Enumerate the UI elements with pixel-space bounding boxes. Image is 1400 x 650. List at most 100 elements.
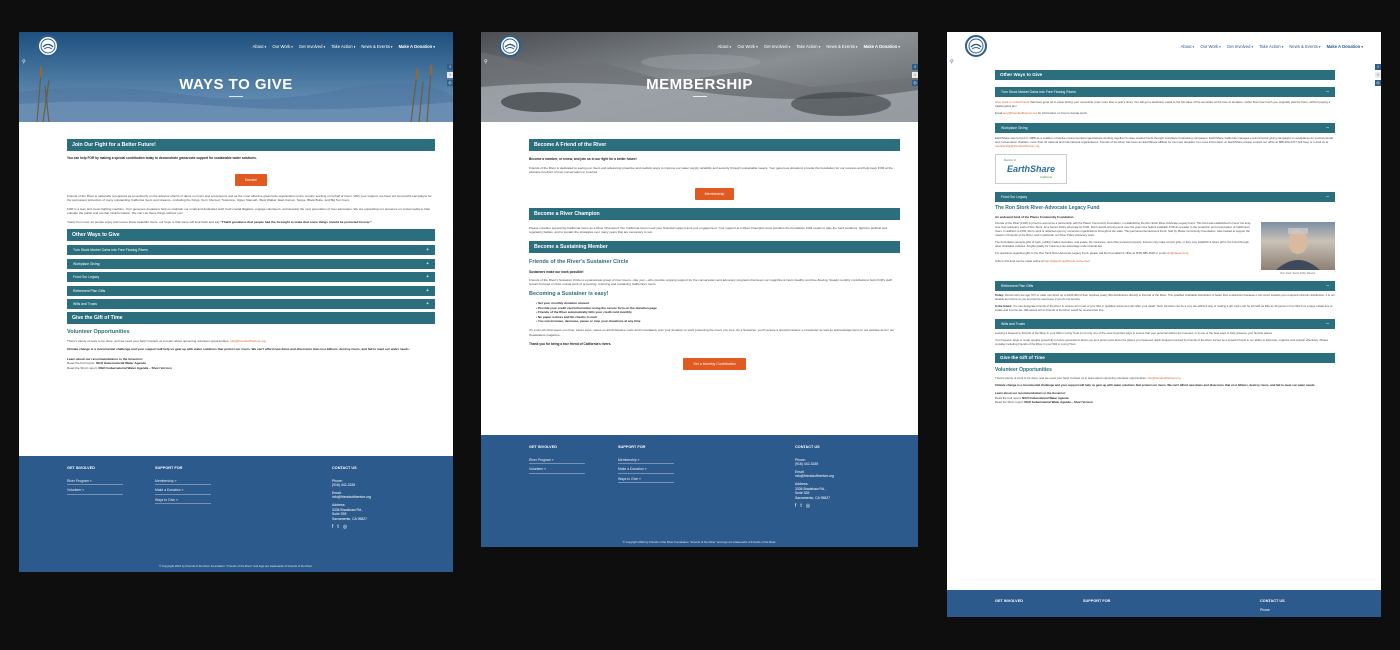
full-report-link[interactable]: NGO Gubernatorial Water Agenda (96, 361, 146, 365)
footer-link-donation[interactable]: Make a Donation » (618, 467, 674, 474)
monthly-contribution-button[interactable]: Set a Monthly Contribution (683, 358, 746, 371)
volunteer-text: There's plenty of work to be done, and w… (995, 375, 1181, 380)
site-logo[interactable] (37, 35, 59, 57)
main-content: Other Ways to Give Turn Stock Market Gai… (995, 70, 1335, 404)
nav-get-involved[interactable]: Get Involved▾ (299, 44, 325, 49)
instagram-icon[interactable]: ◎ (343, 525, 347, 530)
nav-get-involved[interactable]: Get Involved▾ (764, 44, 790, 49)
instagram-icon[interactable]: ◎ (1375, 80, 1381, 86)
accordion-workplace[interactable]: Workplace Giving – (995, 123, 1335, 134)
nav-our-work[interactable]: Our Work▾ (272, 44, 293, 49)
footer-link-membership[interactable]: Membership » (155, 479, 211, 486)
accordion-legacy[interactable]: Fund Our Legacy + (67, 272, 435, 283)
instagram-icon[interactable]: ◎ (806, 504, 810, 509)
nav-about[interactable]: About▾ (718, 44, 732, 49)
nav-take-action[interactable]: Take Action▾ (331, 44, 355, 49)
twitter-icon[interactable]: t (800, 504, 801, 509)
accordion-retirement[interactable]: Retirement Plan Gifts + (67, 285, 435, 296)
legacy-url-link[interactable]: http://placercf.org/friends-of-the-river… (1044, 259, 1090, 263)
nav-about[interactable]: About▾ (1181, 44, 1195, 49)
twitter-icon[interactable]: t (1375, 72, 1381, 78)
twitter-icon[interactable]: t (447, 72, 453, 78)
nav-make-donation[interactable]: Make A Donation▾ (399, 44, 435, 49)
nav-take-action[interactable]: Take Action▾ (1259, 44, 1283, 49)
ways-to-give-page: About▾ Our Work▾ Get Involved▾ Take Acti… (19, 32, 453, 572)
accordion-wills[interactable]: Wills and Trusts – (995, 319, 1335, 330)
nav-news-events[interactable]: News & Events▾ (1289, 44, 1320, 49)
nav-take-action[interactable]: Take Action▾ (796, 44, 820, 49)
nav-about[interactable]: About▾ (253, 44, 267, 49)
footer-link-volunteer[interactable]: Volunteer » (529, 467, 585, 474)
footer-link-volunteer[interactable]: Volunteer » (67, 488, 123, 495)
site-header: About▾ Our Work▾ Get Involved▾ Take Acti… (947, 32, 1381, 60)
facebook-icon[interactable]: f (795, 504, 796, 509)
footer-link-donation[interactable]: Make a Donation » (155, 488, 211, 495)
nav-get-involved[interactable]: Get Involved▾ (1227, 44, 1253, 49)
short-report-link[interactable]: NGO Gubernatorial Water Agenda – Short V… (99, 366, 172, 370)
workplace-text: EarthShare was formed in 1988 as a coali… (995, 136, 1333, 149)
accordion-wills[interactable]: Wills and Trusts + (67, 299, 435, 310)
facebook-icon[interactable]: f (1375, 64, 1381, 70)
search-icon[interactable]: ⚲ (22, 59, 26, 65)
twitter-icon[interactable]: t (337, 525, 338, 530)
wills-text: Leaving a bequest to Friends of the Rive… (995, 331, 1273, 336)
accordion-retirement[interactable]: Retirement Plan Gifts – (995, 281, 1335, 292)
facebook-icon[interactable]: f (447, 64, 453, 70)
hero-title: MEMBERSHIP (646, 76, 753, 93)
full-report-link[interactable]: NGO Gubernatorial Water Agenda (1022, 396, 1068, 400)
site-header: About▾ Our Work▾ Get Involved▾ Take Acti… (19, 32, 453, 60)
footer-link-membership[interactable]: Membership » (618, 458, 674, 465)
instagram-icon[interactable]: ◎ (447, 80, 453, 86)
footer-contact: CONTACT US Phone: (916) 442-3155 Email: … (332, 466, 371, 531)
nav-make-donation[interactable]: Make A Donation▾ (864, 44, 900, 49)
accordion-stock[interactable]: Turn Stock Market Gains into Free Flowin… (995, 87, 1335, 97)
social-sidebar: f t ◎ (447, 64, 453, 86)
legacy-text-2: The Foundation accepts gifts of cash, pu… (995, 240, 1249, 248)
footer-support-for: SUPPORT FOR Membership » Make a Donation… (155, 466, 211, 507)
footer-link-ways-to-give[interactable]: Ways to Give » (155, 498, 211, 505)
twitter-icon[interactable]: t (912, 72, 918, 78)
stock-email-line: Email amy@friendsoftheriver.org for info… (995, 111, 1088, 115)
legacy-subheading: An endowed fund of the Placer Community … (995, 215, 1074, 220)
membership-button[interactable]: Membership (694, 187, 735, 200)
donate-button[interactable]: Donate! (234, 174, 268, 186)
facebook-icon[interactable]: f (912, 64, 918, 70)
short-report-link[interactable]: NGO Gubernatorial Water Agenda – Short V… (1024, 400, 1092, 404)
footer-link-river-program[interactable]: River Program » (67, 479, 123, 486)
climate-text: Climate change is a monumental challenge… (995, 383, 1316, 388)
accordion-legacy[interactable]: Fund Our Legacy – (995, 192, 1335, 203)
site-logo[interactable] (499, 35, 521, 57)
footer-link-ways-to-give[interactable]: Ways to Give » (618, 477, 674, 484)
river-logo-icon (40, 38, 56, 54)
friend-text: Friends of the River is dedicated to sav… (529, 166, 893, 175)
friend-lead: Become a member, or renew, and join us i… (529, 157, 637, 161)
workplace-email-link[interactable]: membership@friendsoftheriver.org (995, 144, 1039, 148)
footer-link-river-program[interactable]: River Program » (529, 458, 585, 465)
search-icon[interactable]: ⚲ (950, 59, 954, 65)
nav-our-work[interactable]: Our Work▾ (737, 44, 758, 49)
easy-heading: Becoming a Sustainer is easy! (529, 291, 609, 298)
site-footer: GET INVOLVED SUPPORT FOR CONTACT US Phon… (947, 590, 1381, 617)
site-logo[interactable] (965, 35, 987, 57)
nav-our-work[interactable]: Our Work▾ (1200, 44, 1221, 49)
legacy-text: Friends of the River (FOR) is proud to a… (995, 221, 1252, 238)
volunteer-text: There's plenty of work to be done, and w… (67, 339, 266, 344)
nav-news-events[interactable]: News & Events▾ (826, 44, 857, 49)
footer-email-link[interactable]: info@friendsoftheriver.org (332, 495, 371, 500)
search-icon[interactable]: ⚲ (484, 59, 488, 65)
earthshare-logo[interactable]: Member of EarthShare California (995, 154, 1067, 185)
thanks-text: Thank you for being a true friend of Cal… (529, 342, 612, 347)
volunteer-email-link[interactable]: info@friendsoftheriver.org (230, 339, 265, 343)
stock-email-link[interactable]: amy@friendsoftheriver.org (1003, 111, 1037, 115)
facebook-icon[interactable]: f (332, 525, 333, 530)
accordion-stock[interactable]: Turn Stock Market Gains into Free Flowin… (67, 245, 435, 256)
footer-email-link[interactable]: info@friendsoftheriver.org (795, 474, 834, 479)
volunteer-email-link[interactable]: info@friendsoftheriver.org (1147, 376, 1180, 380)
circle-lead: Sustainers make our work possible! (529, 269, 584, 274)
legacy-email-link[interactable]: info@placercf.org (1166, 251, 1188, 255)
instagram-icon[interactable]: ◎ (912, 80, 918, 86)
nav-news-events[interactable]: News & Events▾ (361, 44, 392, 49)
accordion-workplace[interactable]: Workplace Giving + (67, 258, 435, 269)
footer-get-involved: GET INVOLVED (995, 599, 1023, 603)
nav-make-donation[interactable]: Make A Donation▾ (1327, 44, 1363, 49)
